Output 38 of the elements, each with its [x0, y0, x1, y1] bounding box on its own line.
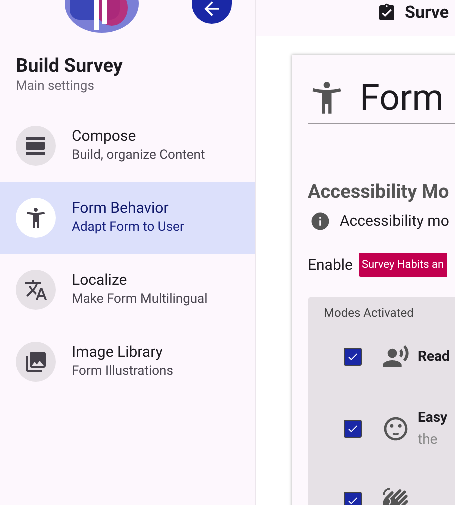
checkbox[interactable]	[344, 420, 362, 438]
modes-title: Modes Activated	[324, 305, 415, 321]
checkbox[interactable]	[344, 348, 362, 366]
nav-item-description: Form Illustrations	[72, 363, 174, 381]
nav-item-label: Localize	[72, 270, 128, 290]
nav-item[interactable]: Localize Make Form Multilingual	[0, 254, 255, 326]
check-icon	[347, 351, 359, 363]
info-text: Accessibility mo	[340, 211, 450, 232]
checklist-icon	[377, 3, 397, 23]
nav-item-description: Make Form Multilingual	[72, 291, 208, 309]
mode-label: Easy	[418, 409, 448, 428]
mode-description: the	[418, 431, 439, 450]
image-library-icon	[24, 350, 48, 374]
accessibility-icon	[24, 206, 48, 230]
back-button[interactable]	[192, 0, 232, 24]
sidebar-title: Build Survey	[16, 54, 124, 78]
mode-label: Read	[418, 348, 450, 367]
nav-item[interactable]: Compose Build, organize Content	[0, 110, 255, 182]
info-icon	[310, 210, 331, 232]
rows-icon	[24, 134, 48, 158]
nav-item[interactable]: Image Library Form Illustrations	[0, 326, 255, 398]
check-icon	[347, 423, 359, 435]
header-title: Surve	[405, 2, 450, 24]
form-title: Form	[360, 77, 444, 119]
nav-item-description: Build, organize Content	[72, 147, 206, 165]
nav-item-label: Form Behavior	[72, 198, 170, 218]
translate-icon	[24, 278, 48, 302]
sidebar-subtitle: Main settings	[16, 78, 96, 96]
check-icon	[347, 495, 359, 505]
checkbox[interactable]	[344, 492, 362, 505]
enable-label: Enable	[308, 254, 353, 276]
nav-item-description: Adapt Form to User	[72, 219, 184, 237]
nav-item[interactable]: Form Behavior Adapt Form to User	[0, 182, 255, 254]
section-title: Accessibility Mo	[308, 180, 450, 204]
enable-badge: Survey Habits an	[359, 252, 448, 277]
nav-item-label: Compose	[72, 126, 138, 146]
smiley-face-icon	[382, 415, 410, 443]
nav-item-label: Image Library	[72, 342, 164, 362]
